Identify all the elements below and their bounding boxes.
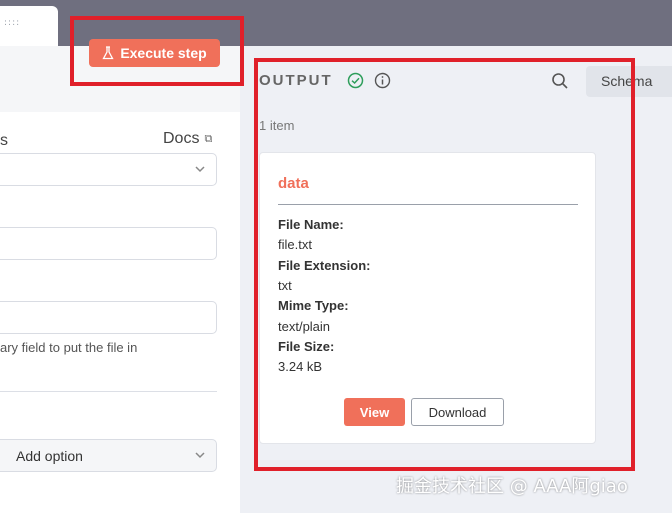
add-option-select[interactable]: Add option xyxy=(0,439,217,472)
execute-step-button[interactable]: Execute step xyxy=(89,39,220,67)
divider xyxy=(0,391,217,392)
card-divider xyxy=(278,204,578,205)
card-title: data xyxy=(278,175,309,192)
tab-schema[interactable]: Schema xyxy=(586,66,672,97)
binary-data-card: data File Name: file.txt File Extension:… xyxy=(259,152,596,444)
file-input-field[interactable] xyxy=(0,227,217,260)
mime-type-key: Mime Type: xyxy=(278,298,349,313)
file-size-key: File Size: xyxy=(278,339,335,354)
execute-step-label: Execute step xyxy=(120,45,207,61)
success-check-icon xyxy=(347,72,364,89)
field-hint: ary field to put the file in xyxy=(0,340,138,355)
file-extension-key: File Extension: xyxy=(278,258,371,273)
file-extension-value: txt xyxy=(278,278,292,293)
external-link-icon: ⧉ xyxy=(204,132,213,145)
flask-icon xyxy=(102,46,114,60)
download-button[interactable]: Download xyxy=(411,398,504,426)
docs-label: Docs xyxy=(163,130,200,147)
add-option-label: Add option xyxy=(16,448,83,464)
docs-link[interactable]: Docs ⧉ xyxy=(163,130,212,148)
view-button[interactable]: View xyxy=(344,398,405,426)
search-icon[interactable] xyxy=(551,72,569,90)
parameters-panel: s Docs ⧉ ary field to put the file in Ad… xyxy=(0,46,240,513)
binary-property-field[interactable] xyxy=(0,301,217,334)
mime-type-value: text/plain xyxy=(278,319,331,334)
file-name-key: File Name: xyxy=(278,217,344,232)
watermark: 掘金技术社区 @ AAA阿giao xyxy=(396,476,628,497)
chevron-down-icon xyxy=(195,452,205,459)
output-title: OUTPUT xyxy=(259,72,333,89)
drag-tab[interactable]: :::: xyxy=(0,6,58,46)
file-name-value: file.txt xyxy=(278,237,312,252)
parameters-label: s xyxy=(0,132,8,149)
info-icon[interactable] xyxy=(374,72,391,89)
operation-select[interactable] xyxy=(0,153,217,186)
file-size-value: 3.24 kB xyxy=(278,359,323,374)
drag-handle-icon[interactable]: :::: xyxy=(4,18,20,28)
item-count: 1 item xyxy=(259,118,295,133)
chevron-down-icon xyxy=(195,166,205,173)
